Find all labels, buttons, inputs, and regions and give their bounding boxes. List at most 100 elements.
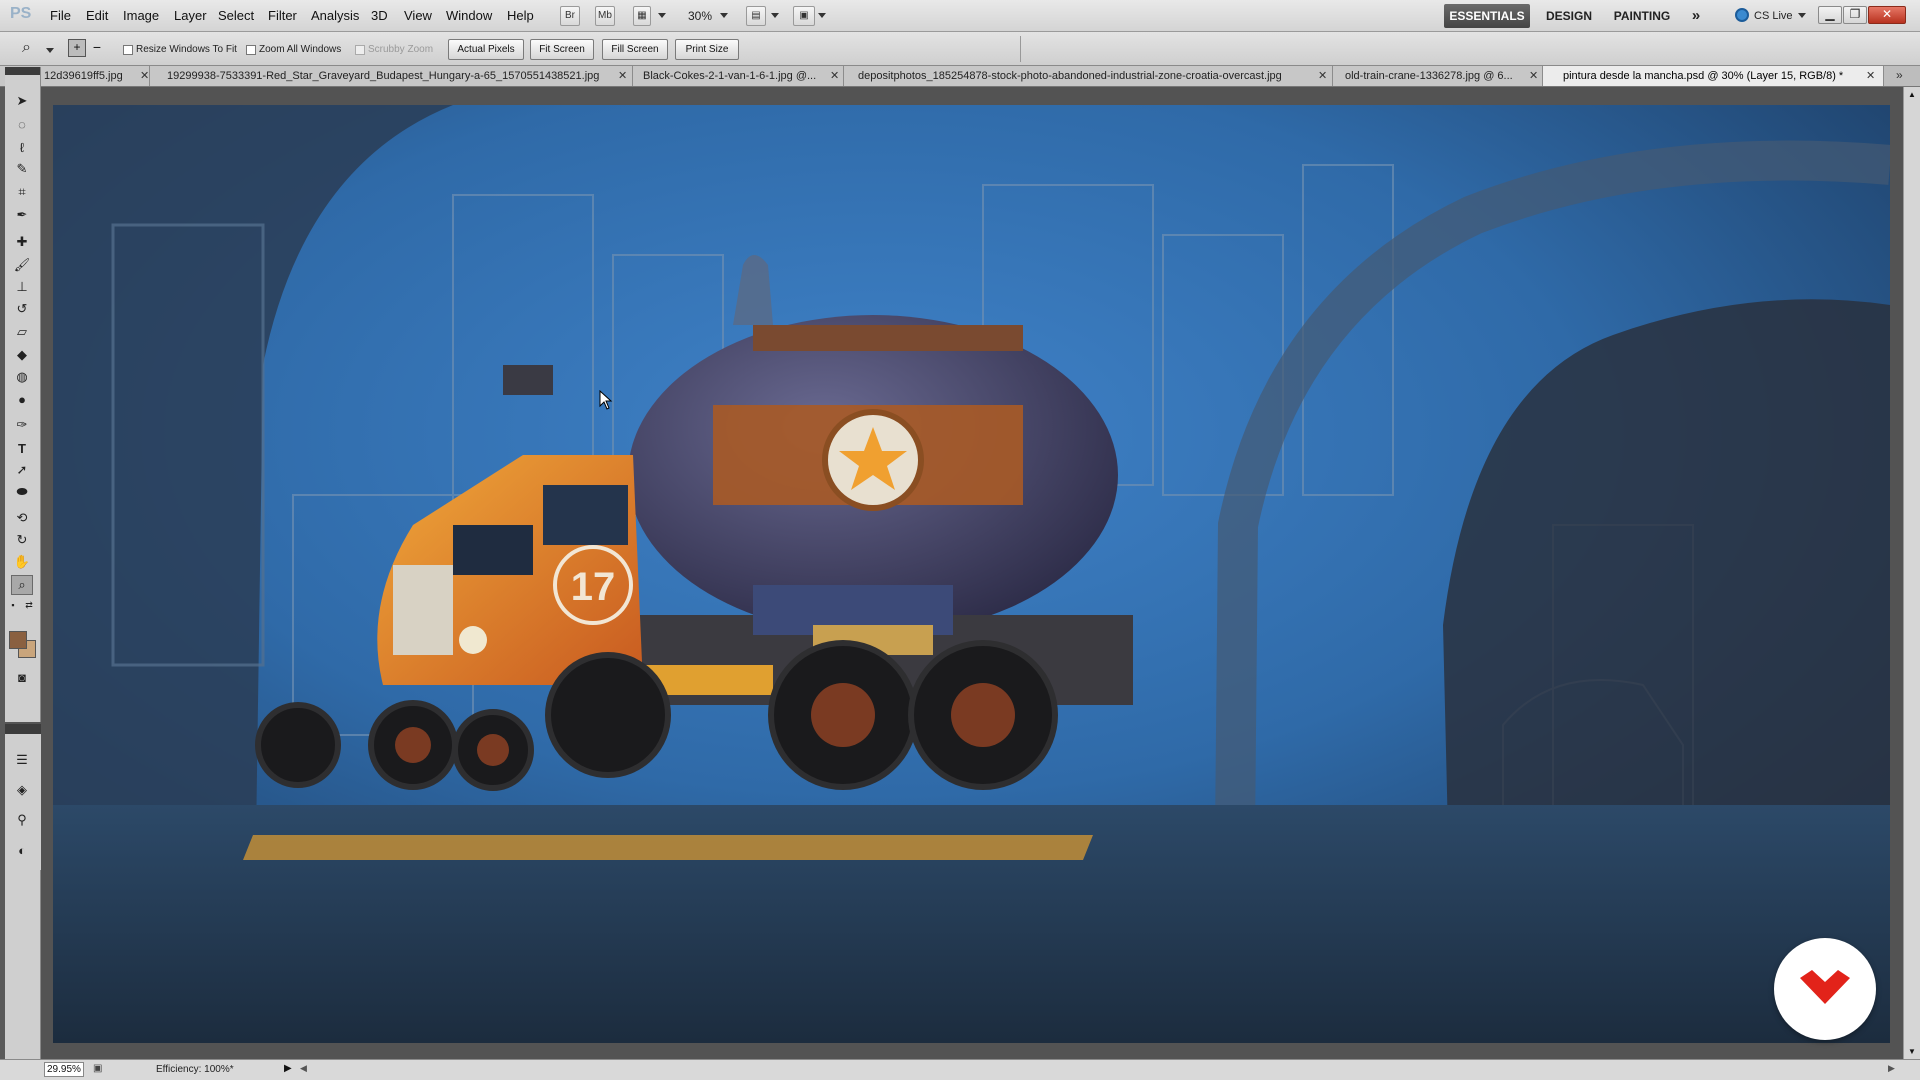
- panel-header[interactable]: [5, 67, 40, 75]
- scroll-left-icon[interactable]: ◀: [300, 1063, 307, 1074]
- cs-live-label[interactable]: CS Live: [1754, 10, 1793, 22]
- checkbox-box[interactable]: [123, 44, 133, 55]
- screen-mode-icon[interactable]: ▣: [793, 6, 815, 26]
- scroll-up-icon[interactable]: ▲: [1908, 90, 1916, 99]
- tab-document[interactable]: old-train-crane-1336278.jpg @ 6... ✕: [1333, 66, 1543, 86]
- eraser-tool-icon[interactable]: ▱: [11, 322, 33, 342]
- dodge-tool-icon[interactable]: ●: [11, 389, 33, 409]
- tab-document[interactable]: depositphotos_185254878-stock-photo-aban…: [844, 66, 1333, 86]
- menu-filter[interactable]: Filter: [268, 8, 297, 23]
- default-colors-icon[interactable]: ▪: [7, 599, 19, 611]
- status-arrow-icon[interactable]: ▶: [284, 1063, 292, 1074]
- close-tab-icon[interactable]: ✕: [830, 66, 839, 86]
- workspace-painting[interactable]: PAINTING: [1607, 4, 1677, 28]
- cs-live-icon[interactable]: [1735, 8, 1749, 22]
- view-extras-icon[interactable]: ▦: [633, 6, 651, 26]
- fit-screen-button[interactable]: Fit Screen: [530, 39, 594, 60]
- canvas-area[interactable]: 17: [41, 87, 1903, 1059]
- healing-brush-tool-icon[interactable]: ✚: [11, 232, 33, 252]
- channels-panel-icon[interactable]: ⚲: [11, 810, 33, 830]
- close-icon[interactable]: ✕: [1868, 6, 1906, 24]
- menu-file[interactable]: File: [50, 8, 71, 23]
- bridge-button[interactable]: Br: [560, 6, 580, 26]
- type-tool-icon[interactable]: T: [11, 438, 33, 458]
- clone-stamp-tool-icon[interactable]: ⊥: [11, 277, 33, 297]
- zoom-tool-icon[interactable]: ⌕: [22, 39, 31, 57]
- paint-bucket-tool-icon[interactable]: ◆: [11, 345, 33, 365]
- move-tool-icon[interactable]: ➤: [11, 91, 33, 111]
- menu-edit[interactable]: Edit: [86, 8, 108, 23]
- tab-document[interactable]: Black-Cokes-2-1-van-1-6-1.jpg @... ✕: [633, 66, 844, 86]
- chevron-down-icon[interactable]: [658, 13, 666, 18]
- menu-3d[interactable]: 3D: [371, 8, 388, 23]
- 3d-rotate-tool-icon[interactable]: ⟲: [11, 508, 33, 528]
- menu-layer[interactable]: Layer: [174, 8, 207, 23]
- close-tab-icon[interactable]: ✕: [618, 66, 627, 86]
- zoom-level[interactable]: 30%: [688, 9, 712, 23]
- workspace-essentials[interactable]: ESSENTIALS: [1444, 4, 1530, 28]
- chevron-down-icon[interactable]: [720, 13, 728, 18]
- quick-select-tool-icon[interactable]: ✎: [11, 159, 33, 179]
- tab-document-active[interactable]: pintura desde la mancha.psd @ 30% (Layer…: [1543, 66, 1884, 86]
- eyedropper-tool-icon[interactable]: ✒: [11, 205, 33, 225]
- hand-tool-icon[interactable]: ✋: [11, 552, 33, 572]
- pen-tool-icon[interactable]: ✑: [11, 415, 33, 435]
- menu-select[interactable]: Select: [218, 8, 254, 23]
- shape-tool-icon[interactable]: ⬬: [11, 482, 33, 502]
- lasso-tool-icon[interactable]: ℓ: [11, 137, 33, 157]
- quick-mask-icon[interactable]: ◙: [11, 667, 33, 687]
- checkbox-box[interactable]: [246, 44, 256, 55]
- foreground-color-swatch[interactable]: [9, 631, 27, 649]
- minimize-icon[interactable]: ▁: [1818, 6, 1842, 24]
- fill-screen-button[interactable]: Fill Screen: [602, 39, 668, 60]
- painting-canvas[interactable]: 17: [53, 105, 1890, 1043]
- scroll-right-icon[interactable]: ▶: [1888, 1063, 1895, 1074]
- blur-tool-icon[interactable]: ◍: [11, 367, 33, 387]
- menu-image[interactable]: Image: [123, 8, 159, 23]
- print-size-button[interactable]: Print Size: [675, 39, 739, 60]
- crop-tool-icon[interactable]: ⌗: [11, 182, 33, 202]
- navigator-panel-icon[interactable]: ◐: [11, 840, 33, 860]
- status-menu-icon[interactable]: ▣: [93, 1063, 102, 1074]
- chevron-down-icon[interactable]: [1798, 13, 1806, 18]
- tab-label: pintura desde la mancha.psd @ 30% (Layer…: [1563, 70, 1844, 82]
- chevron-down-icon[interactable]: [818, 13, 826, 18]
- menu-window[interactable]: Window: [446, 8, 492, 23]
- tab-document[interactable]: 19299938-7533391-Red_Star_Graveyard_Buda…: [150, 66, 633, 86]
- tool-preset-chevron-icon[interactable]: [46, 48, 54, 53]
- swap-colors-icon[interactable]: ⇄: [23, 599, 35, 611]
- close-tab-icon[interactable]: ✕: [1866, 66, 1875, 86]
- zoom-in-icon[interactable]: +: [68, 39, 86, 57]
- mini-bridge-button[interactable]: Mb: [595, 6, 615, 26]
- marquee-tool-icon[interactable]: ◌: [11, 114, 33, 134]
- actual-pixels-button[interactable]: Actual Pixels: [448, 39, 524, 60]
- arrange-documents-icon[interactable]: ▤: [746, 6, 766, 26]
- resize-windows-checkbox[interactable]: Resize Windows To Fit: [123, 44, 237, 55]
- close-tab-icon[interactable]: ✕: [1529, 66, 1538, 86]
- history-brush-tool-icon[interactable]: ↺: [11, 299, 33, 319]
- scroll-down-icon[interactable]: ▼: [1908, 1047, 1916, 1056]
- panel-header[interactable]: [5, 724, 41, 734]
- path-selection-tool-icon[interactable]: ➚: [11, 460, 33, 480]
- layers-panel-icon[interactable]: ◈: [11, 780, 33, 800]
- workspace-design[interactable]: DESIGN: [1539, 4, 1599, 28]
- tab-label: old-train-crane-1336278.jpg @ 6...: [1345, 70, 1513, 82]
- chevron-down-icon[interactable]: [771, 13, 779, 18]
- restore-icon[interactable]: ❐: [1843, 6, 1867, 24]
- menu-help[interactable]: Help: [507, 8, 534, 23]
- 3d-orbit-tool-icon[interactable]: ↻: [11, 530, 33, 550]
- menu-view[interactable]: View: [404, 8, 432, 23]
- zoom-out-icon[interactable]: −: [88, 39, 106, 57]
- zoom-percentage-input[interactable]: 29.95%: [44, 1062, 84, 1077]
- brush-tool-icon[interactable]: 🖌: [11, 255, 33, 275]
- menu-analysis[interactable]: Analysis: [311, 8, 359, 23]
- adjustments-panel-icon[interactable]: ☰: [11, 750, 33, 770]
- zoom-all-windows-checkbox[interactable]: Zoom All Windows: [246, 44, 341, 55]
- brand-logo-icon: [1800, 970, 1850, 1004]
- more-workspaces-icon[interactable]: »: [1684, 4, 1708, 28]
- close-tab-icon[interactable]: ✕: [140, 66, 149, 86]
- close-tab-icon[interactable]: ✕: [1318, 66, 1327, 86]
- tab-overflow-icon[interactable]: »: [1896, 68, 1903, 82]
- zoom-tool-icon[interactable]: ⌕: [11, 575, 33, 595]
- vertical-scrollbar[interactable]: ▲ ▼: [1903, 87, 1920, 1059]
